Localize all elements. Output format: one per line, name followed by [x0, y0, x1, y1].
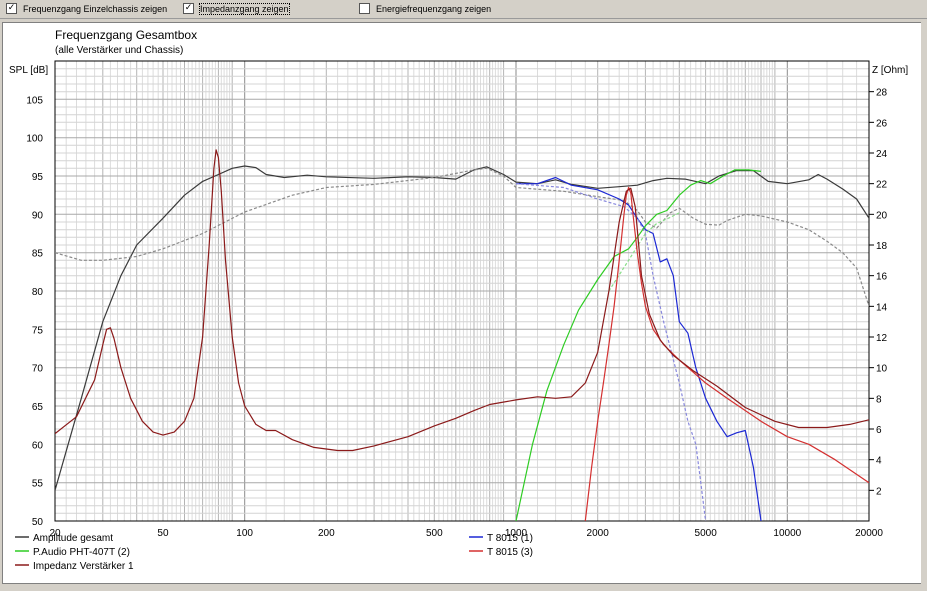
checkbox-icon[interactable]: ✓	[183, 3, 194, 15]
option-impedanzgang-checkbox[interactable]: ✓ Impedanzgang zeigen	[183, 3, 290, 16]
y-tick-label: 85	[32, 249, 44, 260]
y-tick-label: 70	[32, 364, 44, 375]
legend-label: T 8015 (1)	[487, 533, 533, 544]
option-einzelchassis-checkbox[interactable]: ✓ Frequenzgang Einzelchassis zeigen	[6, 3, 167, 16]
y-tick-label: 80	[32, 287, 44, 298]
legend: Amplitude gesamt T 8015 (1) P.Audio PHT-40…	[15, 533, 533, 572]
x-tick-label: 50	[157, 528, 169, 539]
chart-title: Frequenzgang Gesamtbox	[55, 28, 197, 42]
chart-frame: Frequenzgang Gesamtbox (alle Verstärker …	[2, 22, 922, 584]
y2-tick-label: 10	[876, 364, 888, 375]
y2-tick-label: 12	[876, 333, 888, 344]
legend-label: Amplitude gesamt	[33, 533, 113, 544]
x-tick-label: 100	[236, 528, 253, 539]
grid-lines	[54, 60, 870, 522]
y2-tick-label: 28	[876, 88, 888, 99]
y2-tick-label: 18	[876, 241, 888, 252]
option-energiefrequenzgang-checkbox[interactable]: Energiefrequenzgang zeigen	[359, 3, 491, 16]
x-tick-label: 500	[426, 528, 443, 539]
y2-tick-label: 4	[876, 456, 882, 467]
legend-label: T 8015 (3)	[487, 547, 533, 558]
y-tick-label: 75	[32, 325, 44, 336]
legend-label: P.Audio PHT-407T (2)	[33, 547, 130, 558]
x-tick-label: 5000	[695, 528, 718, 539]
y2-tick-label: 26	[876, 118, 888, 129]
y2-tick-label: 24	[876, 149, 888, 160]
x-tick-label: 20000	[855, 528, 883, 539]
x-tick-label: 200	[318, 528, 335, 539]
frequency-response-chart: Frequenzgang Gesamtbox (alle Verstärker …	[9, 28, 908, 572]
y2-tick-label: 8	[876, 394, 882, 405]
y-tick-label: 105	[26, 95, 43, 106]
checkbox-icon[interactable]	[359, 3, 370, 15]
x-tick-label: 2000	[587, 528, 610, 539]
y2-tick-label: 2	[876, 486, 882, 497]
y2-tick-label: 22	[876, 180, 888, 191]
window-edge	[921, 19, 927, 591]
option-label: Frequenzgang Einzelchassis zeigen	[23, 4, 168, 15]
x-tick-label: 10000	[773, 528, 801, 539]
option-label: Impedanzgang zeigen	[199, 3, 290, 16]
y-tick-label: 65	[32, 402, 44, 413]
y-tick-label: 60	[32, 440, 44, 451]
y-tick-label: 50	[32, 517, 44, 528]
legend-label: Impedanz Verstärker 1	[33, 561, 134, 572]
y2-tick-label: 16	[876, 272, 888, 283]
y-tick-label: 90	[32, 210, 44, 221]
y-tick-label: 100	[26, 134, 43, 145]
y2-tick-label: 20	[876, 210, 888, 221]
y2-tick-label: 6	[876, 425, 882, 436]
y-axis-label: SPL [dB]	[9, 65, 48, 76]
y2-axis-label: Z [Ohm]	[872, 65, 908, 76]
options-toolbar: ✓ Frequenzgang Einzelchassis zeigen ✓ Impe…	[0, 0, 927, 19]
y-tick-label: 55	[32, 479, 44, 490]
checkbox-icon[interactable]: ✓	[6, 3, 17, 15]
y-tick-label: 95	[32, 172, 44, 183]
chart-subtitle: (alle Verstärker und Chassis)	[55, 45, 183, 56]
y2-tick-label: 14	[876, 302, 888, 313]
option-label: Energiefrequenzgang zeigen	[376, 4, 492, 15]
